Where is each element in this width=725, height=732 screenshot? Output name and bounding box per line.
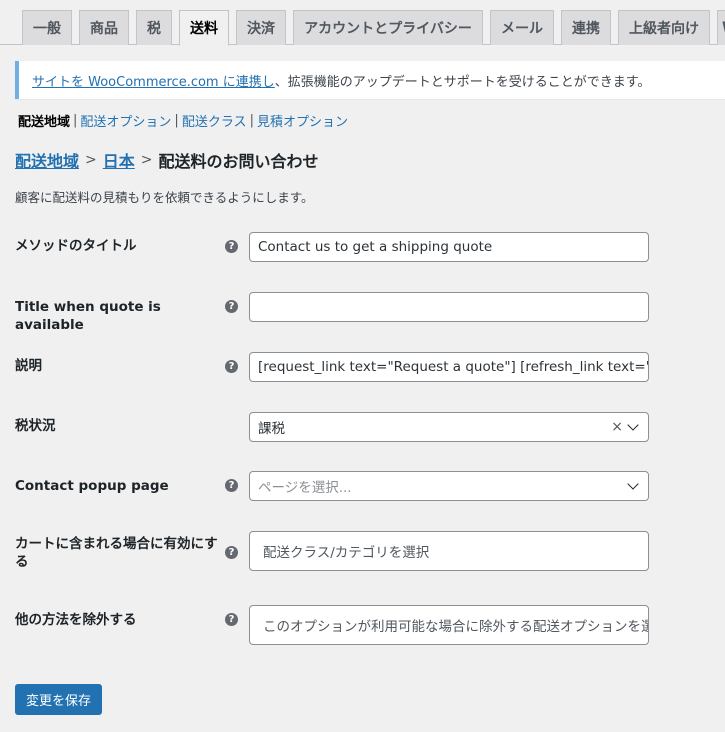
quote-title-label: Title when quote is available [15,299,161,333]
subnav-separator: | [249,113,254,128]
select-controls [627,472,640,500]
subnav-shipping-classes[interactable]: 配送クラス [182,111,247,130]
tab-products[interactable]: 商品 [79,10,129,45]
help-icon[interactable]: ? [225,360,238,373]
enable-when-placeholder: 配送クラス/カテゴリを選択 [263,545,430,561]
method-description: 顧客に配送料の見積もりを依頼できるようにします。 [15,190,314,205]
method-title-value: Contact us to get a shipping quote [258,239,493,255]
clear-icon[interactable]: × [611,419,623,435]
tab-more[interactable]: W [717,10,725,45]
breadcrumb-separator: > [85,152,97,168]
tab-advanced[interactable]: 上級者向け [618,10,710,45]
method-title-input[interactable]: Contact us to get a shipping quote [249,232,649,262]
help-icon[interactable]: ? [225,546,238,559]
connect-notice: サイトを WooCommerce.com に連携し 、拡張機能のアップデートとサ… [15,61,725,99]
tab-emails[interactable]: メール [490,10,554,45]
exclude-methods-placeholder: このオプションが利用可能な場合に除外する配送オプションを選択 [263,619,649,635]
method-title-label: メソッドのタイトル [15,238,137,254]
quote-title-input[interactable] [249,292,649,322]
subnav-separator: | [174,113,179,128]
help-icon[interactable]: ? [225,613,238,626]
tab-general[interactable]: 一般 [22,10,72,45]
subnav-shipping-options[interactable]: 配送オプション [80,111,171,130]
tax-status-label: 税状況 [15,418,56,434]
help-icon[interactable]: ? [225,240,238,253]
description-value: [request_link text="Request a quote"] [r… [258,359,648,375]
subnav-shipping-zones[interactable]: 配送地域 [18,111,70,130]
exclude-methods-label: 他の方法を除外する [15,612,137,628]
help-icon[interactable]: ? [225,479,238,492]
breadcrumb-zones-link[interactable]: 配送地域 [15,148,79,172]
exclude-methods-select[interactable]: このオプションが利用可能な場合に除外する配送オプションを選択 [249,605,649,645]
chevron-down-icon[interactable] [627,419,639,431]
tab-accounts-privacy[interactable]: アカウントとプライバシー [293,10,483,45]
subnav-quote-options[interactable]: 見積オプション [257,111,348,130]
tab-payments[interactable]: 決済 [236,10,286,45]
connect-woocommerce-link[interactable]: サイトを WooCommerce.com に連携し [32,71,275,90]
description-label: 説明 [15,358,42,374]
breadcrumb-separator: > [140,152,153,168]
tab-shipping[interactable]: 送料 [179,10,229,46]
breadcrumb-zone-link[interactable]: 日本 [103,148,135,172]
contact-page-select[interactable]: ページを選択... [249,471,649,501]
enable-when-label: カートに含まれる場合に有効にする [15,536,218,570]
tax-status-select[interactable]: 課税 × [249,412,649,442]
chevron-down-icon[interactable] [627,478,639,490]
breadcrumb: 配送地域 > 日本 > 配送料のお問い合わせ [15,148,319,172]
subnav-separator: | [73,113,78,128]
settings-tab-bar: 一般 商品 税 送料 決済 アカウントとプライバシー メール 連携 上級者向け … [0,0,725,46]
notice-text: 、拡張機能のアップデートとサポートを受けることができます。 [274,74,651,90]
description-input[interactable]: [request_link text="Request a quote"] [r… [249,352,649,382]
save-button[interactable]: 変更を保存 [15,684,102,715]
tax-status-value: 課税 [258,421,285,437]
enable-when-select[interactable]: 配送クラス/カテゴリを選択 [249,531,649,571]
page-title: 配送料のお問い合わせ [158,152,319,171]
shipping-subnav: 配送地域 | 配送オプション | 配送クラス | 見積オプション [18,111,348,130]
help-icon[interactable]: ? [225,300,238,313]
tab-integration[interactable]: 連携 [561,10,611,45]
select-controls: × [611,413,640,441]
contact-page-label: Contact popup page [15,478,169,494]
contact-page-placeholder: ページを選択... [258,480,352,496]
tab-tax[interactable]: 税 [136,10,172,45]
